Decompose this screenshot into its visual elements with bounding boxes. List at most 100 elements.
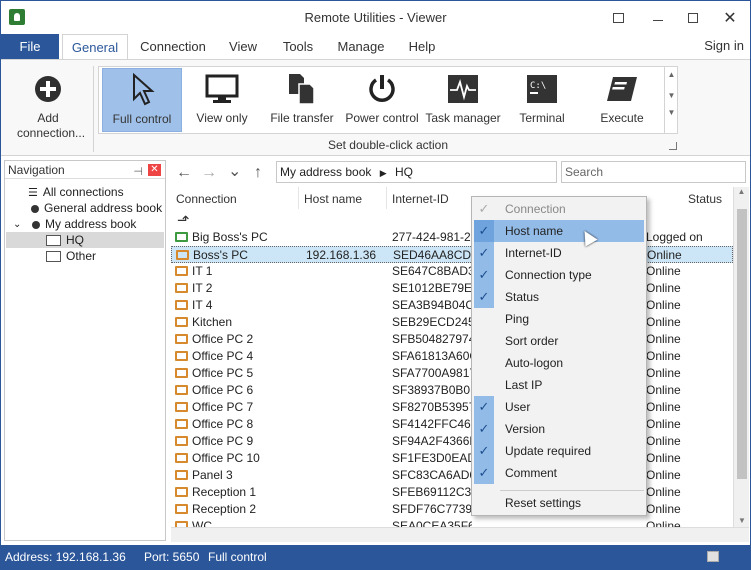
action-task-manager[interactable]: Task manager: [423, 68, 503, 132]
back-arrow-icon[interactable]: ←: [176, 164, 192, 182]
computer-icon: [175, 469, 188, 480]
tree-hq[interactable]: HQ: [6, 232, 164, 248]
tree-other[interactable]: Other: [46, 248, 96, 264]
breadcrumb-item[interactable]: My address book: [280, 165, 371, 179]
search-input[interactable]: Search: [561, 161, 746, 183]
action-power-control[interactable]: Power control: [343, 68, 421, 132]
close-pane-icon[interactable]: ✕: [148, 164, 161, 176]
column-status[interactable]: Status: [683, 187, 733, 209]
table-row[interactable]: Office PC 6 SF38937B0B0D Online: [171, 382, 733, 399]
power-icon: [343, 72, 421, 106]
add-connection-button[interactable]: Add connection...: [7, 68, 89, 140]
table-row[interactable]: Panel 3 SFC83CA6AD6B Online: [171, 467, 733, 484]
menu-item-user[interactable]: ✓ User: [474, 396, 644, 418]
menu-item-auto-logon[interactable]: Auto-logon: [474, 352, 644, 374]
internet-id-cell: SFEB69112C312: [392, 485, 472, 499]
table-row[interactable]: Boss's PC 192.168.1.36 SED46AA8CD5C Online: [171, 246, 733, 263]
action-terminal[interactable]: C:\ Terminal: [506, 68, 578, 132]
menu-item-connection: ✓ Connection: [474, 198, 644, 220]
tab-general[interactable]: General: [62, 34, 128, 60]
table-row[interactable]: IT 2 SE1012BE79E23 Online: [171, 280, 733, 297]
close-button[interactable]: ✕: [713, 1, 747, 34]
checkmark-icon: ✓: [474, 396, 494, 418]
column-connection[interactable]: Connection: [171, 187, 299, 209]
status-cell: Online: [646, 502, 681, 516]
scroll-down-icon[interactable]: ▼: [734, 516, 750, 525]
tree-general-address-book[interactable]: General address book: [29, 200, 162, 216]
table-row[interactable]: WC SEA0CEA35F6B4065 Online: [171, 518, 733, 527]
minimize-button[interactable]: [641, 1, 675, 34]
checkmark-icon: ✓: [474, 440, 494, 462]
menu-item-host-name[interactable]: ✓ Host name: [474, 220, 644, 242]
action-execute[interactable]: Execute: [583, 68, 661, 132]
tab-manage[interactable]: Manage: [334, 34, 388, 60]
table-row[interactable]: Reception 2 SFDF76C773981 Online: [171, 501, 733, 518]
connection-list: Connection Host name Internet-ID Status …: [171, 187, 733, 527]
horizontal-scrollbar[interactable]: [171, 527, 749, 542]
table-row[interactable]: Office PC 8 SF4142FFC4641 Online: [171, 416, 733, 433]
table-row[interactable]: IT 1 SE647C8BAD38 Online: [171, 263, 733, 280]
menu-item-connection-type[interactable]: ✓ Connection type: [474, 264, 644, 286]
tab-tools[interactable]: Tools: [277, 34, 319, 60]
table-row[interactable]: Office PC 2 SFB5048279746 Online: [171, 331, 733, 348]
table-row[interactable]: Office PC 7 SF8270B539577 Online: [171, 399, 733, 416]
tab-help[interactable]: Help: [404, 34, 440, 60]
up-level-icon[interactable]: ⬏: [177, 211, 190, 229]
menu-item-reset-settings[interactable]: Reset settings: [474, 492, 644, 514]
tree-my-address-book[interactable]: ⌄ My address book: [13, 216, 136, 232]
table-row[interactable]: Office PC 9 SF94A2F4366BB Online: [171, 433, 733, 450]
menu-item-sort-order[interactable]: Sort order: [474, 330, 644, 352]
table-row[interactable]: Kitchen SEB29ECD24552 Online: [171, 314, 733, 331]
history-dropdown-icon[interactable]: ⌄: [228, 161, 241, 181]
menu-item-label: Last IP: [505, 378, 543, 392]
menu-item-last-ip[interactable]: Last IP: [474, 374, 644, 396]
action-file-transfer[interactable]: File transfer: [263, 68, 341, 132]
connection-cell: Office PC 8: [175, 416, 299, 433]
menu-item-version[interactable]: ✓ Version: [474, 418, 644, 440]
table-row[interactable]: Office PC 5 SFA7700A9817 Online: [171, 365, 733, 382]
task-manager-icon: [423, 72, 503, 106]
vertical-scrollbar[interactable]: ▲ ▼: [733, 187, 749, 527]
forward-arrow-icon[interactable]: →: [201, 164, 217, 182]
menu-item-comment[interactable]: ✓ Comment: [474, 462, 644, 484]
tab-connection[interactable]: Connection: [135, 34, 211, 60]
app-window: Remote Utilities - Viewer ✕ File General…: [0, 0, 751, 570]
status-panel-icon[interactable]: [707, 551, 719, 562]
breadcrumb-item[interactable]: HQ: [395, 165, 413, 179]
tab-file[interactable]: File: [1, 34, 59, 60]
table-row[interactable]: Reception 1 SFEB69112C312 Online: [171, 484, 733, 501]
table-row[interactable]: IT 4 SEA3B94B04C7E Online: [171, 297, 733, 314]
connection-name: Office PC 10: [192, 451, 260, 465]
sign-in-link[interactable]: Sign in: [704, 34, 744, 58]
pin-icon[interactable]: ⊣: [133, 163, 143, 181]
scroll-thumb[interactable]: [737, 209, 747, 479]
terminal-icon: C:\: [506, 72, 578, 106]
menu-item-ping[interactable]: Ping: [474, 308, 644, 330]
computer-icon: [175, 316, 188, 327]
gallery-scroll[interactable]: ▲ ▼ ▼: [664, 66, 678, 134]
menu-item-update-required[interactable]: ✓ Update required: [474, 440, 644, 462]
computer-icon: [175, 486, 188, 497]
column-host-name[interactable]: Host name: [299, 187, 387, 209]
tree-all-connections[interactable]: ☰ All connections: [28, 184, 124, 200]
menu-item-status[interactable]: ✓ Status: [474, 286, 644, 308]
up-arrow-icon[interactable]: ↑: [254, 164, 262, 182]
dialog-launcher-icon[interactable]: [669, 142, 677, 150]
connection-name: Big Boss's PC: [192, 230, 268, 244]
table-row[interactable]: Office PC 10 SF1FE3D0EAD0 Online: [171, 450, 733, 467]
maximize-button[interactable]: [676, 1, 710, 34]
restore-tab-icon[interactable]: [601, 1, 635, 34]
address-breadcrumb[interactable]: My address book ▶ HQ: [276, 161, 557, 183]
action-view-only[interactable]: View only: [184, 68, 260, 132]
tab-view[interactable]: View: [225, 34, 261, 60]
table-row[interactable]: Big Boss's PC 277-424-981-24 Logged on: [171, 229, 733, 246]
menu-item-internet-id[interactable]: ✓ Internet-ID: [474, 242, 644, 264]
status-cell: Online: [646, 315, 681, 329]
scroll-up-icon[interactable]: ▲: [734, 187, 749, 196]
connection-cell: Reception 1: [175, 484, 299, 501]
computer-icon: [175, 401, 188, 412]
internet-id-cell: SEB29ECD24552: [392, 315, 472, 329]
table-row[interactable]: Office PC 4 SFA61813A60C Online: [171, 348, 733, 365]
action-full-control[interactable]: Full control: [102, 68, 182, 132]
connection-name: Office PC 4: [192, 349, 254, 363]
